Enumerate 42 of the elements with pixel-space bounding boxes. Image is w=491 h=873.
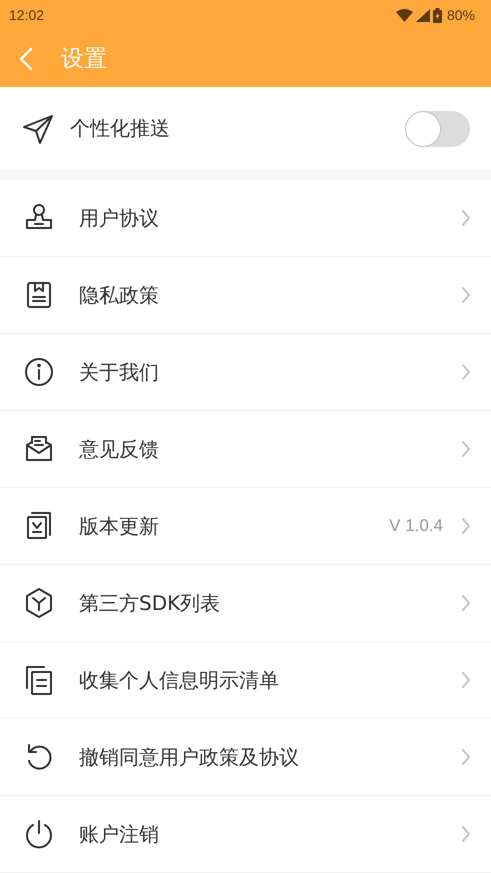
settings-item[interactable]: 撤销同意用户政策及协议 (0, 719, 491, 796)
chevron-icon (461, 594, 471, 612)
back-button[interactable] (17, 44, 35, 72)
settings-item[interactable]: 收集个人信息明示清单 (0, 642, 491, 719)
item-label: 关于我们 (79, 358, 160, 386)
item-label: 收集个人信息明示清单 (79, 666, 280, 694)
settings-item[interactable]: 第三方SDK列表 (0, 565, 491, 642)
send-icon (22, 112, 54, 144)
settings-item[interactable]: 关于我们 (0, 334, 491, 411)
settings-item[interactable]: 用户协议 (0, 180, 491, 257)
power-icon (23, 818, 55, 850)
item-label: 用户协议 (79, 204, 160, 232)
item-label: 隐私政策 (79, 282, 160, 308)
item-label: 撤销同意用户政策及协议 (79, 744, 300, 770)
version-value: V 1.0.4 (389, 516, 443, 536)
chevron-icon (461, 440, 471, 458)
documents-icon (23, 664, 55, 696)
cube-icon (23, 587, 55, 619)
item-label: 账户注销 (79, 820, 160, 848)
battery-icon (432, 8, 442, 22)
battery-level: 80% (446, 7, 475, 23)
item-label: 意见反馈 (79, 436, 160, 462)
item-label: 第三方SDK列表 (79, 590, 222, 616)
push-toggle[interactable] (405, 110, 470, 146)
status-time: 12:02 (9, 7, 44, 23)
signal-icon (416, 8, 430, 22)
info-icon (23, 356, 55, 388)
settings-item[interactable]: 意见反馈 (0, 411, 491, 488)
chevron-icon (461, 286, 471, 304)
push-label: 个性化推送 (70, 115, 171, 142)
settings-item[interactable]: 版本更新 V 1.0.4 (0, 488, 491, 565)
chevron-icon (461, 517, 471, 535)
chevron-icon (461, 363, 471, 381)
settings-item[interactable]: 账户注销 (0, 796, 491, 873)
wifi-icon (396, 8, 413, 22)
page-title: 设置 (61, 45, 107, 74)
chevron-icon (461, 671, 471, 689)
settings-item[interactable]: 隐私政策 (0, 257, 491, 334)
item-label: 版本更新 (79, 512, 160, 540)
chevron-icon (461, 209, 471, 227)
chevron-icon (461, 748, 471, 766)
chevron-icon (461, 825, 471, 843)
